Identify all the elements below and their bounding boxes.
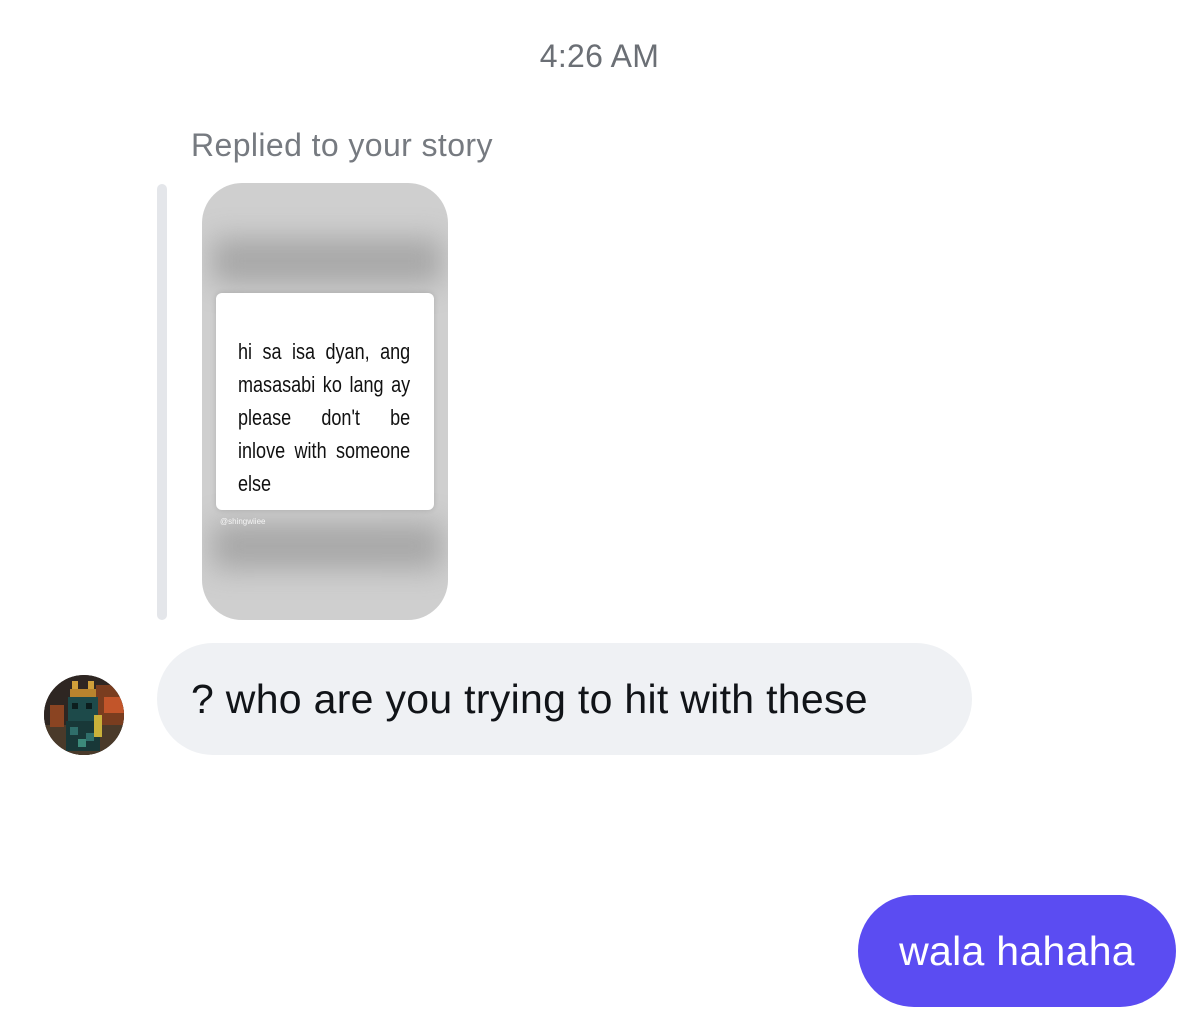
outgoing-message-text: wala hahaha [899,927,1135,974]
story-blurred-text-top [212,238,442,284]
story-text-card: hi sa isa dyan, ang masasabi ko lang ay … [216,293,434,510]
sender-avatar[interactable] [44,675,124,755]
story-text: hi sa isa dyan, ang masasabi ko lang ay … [238,339,411,496]
outgoing-message-bubble[interactable]: wala hahaha [858,895,1176,1007]
story-handle: @shingwiiee [220,517,266,526]
story-blurred-text-bottom [212,523,442,569]
reply-quote-bar [157,184,167,620]
message-timestamp: 4:26 AM [539,38,660,74]
story-reply-label: Replied to your story [191,127,493,163]
incoming-message-bubble[interactable]: ? who are you trying to hit with these [157,643,972,755]
story-thumbnail[interactable]: hi sa isa dyan, ang masasabi ko lang ay … [202,183,448,620]
incoming-message-text: ? who are you trying to hit with these [191,675,868,722]
user-avatar-icon [44,675,124,755]
